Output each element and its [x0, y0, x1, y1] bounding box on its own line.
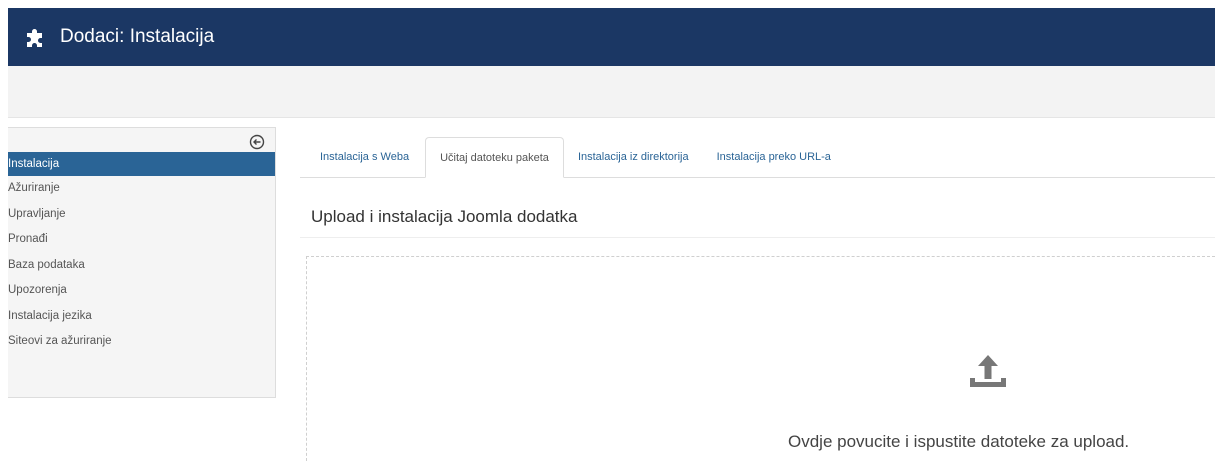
sidebar-item-siteovi-za-azuriranje[interactable]: Siteovi za ažuriranje — [8, 329, 275, 355]
upload-dropzone[interactable] — [306, 256, 1215, 461]
sidebar: Instalacija Ažuriranje Upravljanje Prona… — [8, 127, 276, 398]
upload-icon — [970, 355, 1006, 387]
sidebar-item-azuriranje[interactable]: Ažuriranje — [8, 176, 275, 202]
sidebar-item-upravljanje[interactable]: Upravljanje — [8, 202, 275, 228]
tab-install-from-folder[interactable]: Instalacija iz direktorija — [564, 137, 703, 177]
dropzone-text: Ovdje povucite i ispustite datoteke za u… — [788, 432, 1130, 451]
sidebar-item-instalacija-jezika[interactable]: Instalacija jezika — [8, 304, 275, 330]
sidebar-item-upozorenja[interactable]: Upozorenja — [8, 278, 275, 304]
tab-install-from-url[interactable]: Instalacija preko URL-a — [703, 137, 845, 177]
sidebar-item-pronadi[interactable]: Pronađi — [8, 227, 275, 253]
toolbar — [8, 66, 1215, 118]
install-tabs: Instalacija s Weba Učitaj datoteku paket… — [300, 137, 1215, 178]
tab-install-from-web[interactable]: Instalacija s Weba — [300, 137, 425, 177]
page-title: Dodaci: Instalacija — [60, 26, 215, 47]
puzzle-icon — [27, 29, 42, 47]
sidebar-item-instalacija[interactable]: Instalacija — [8, 152, 275, 176]
sidebar-menu: Instalacija Ažuriranje Upravljanje Prona… — [8, 152, 275, 355]
section-title: Upload i instalacija Joomla dodatka — [311, 207, 578, 226]
section-divider — [300, 237, 1215, 238]
page-header: Dodaci: Instalacija — [8, 8, 1215, 66]
tab-upload-package[interactable]: Učitaj datoteku paketa — [425, 137, 564, 178]
circle-arrow-left-icon[interactable] — [249, 134, 265, 150]
sidebar-item-baza-podataka[interactable]: Baza podataka — [8, 253, 275, 279]
